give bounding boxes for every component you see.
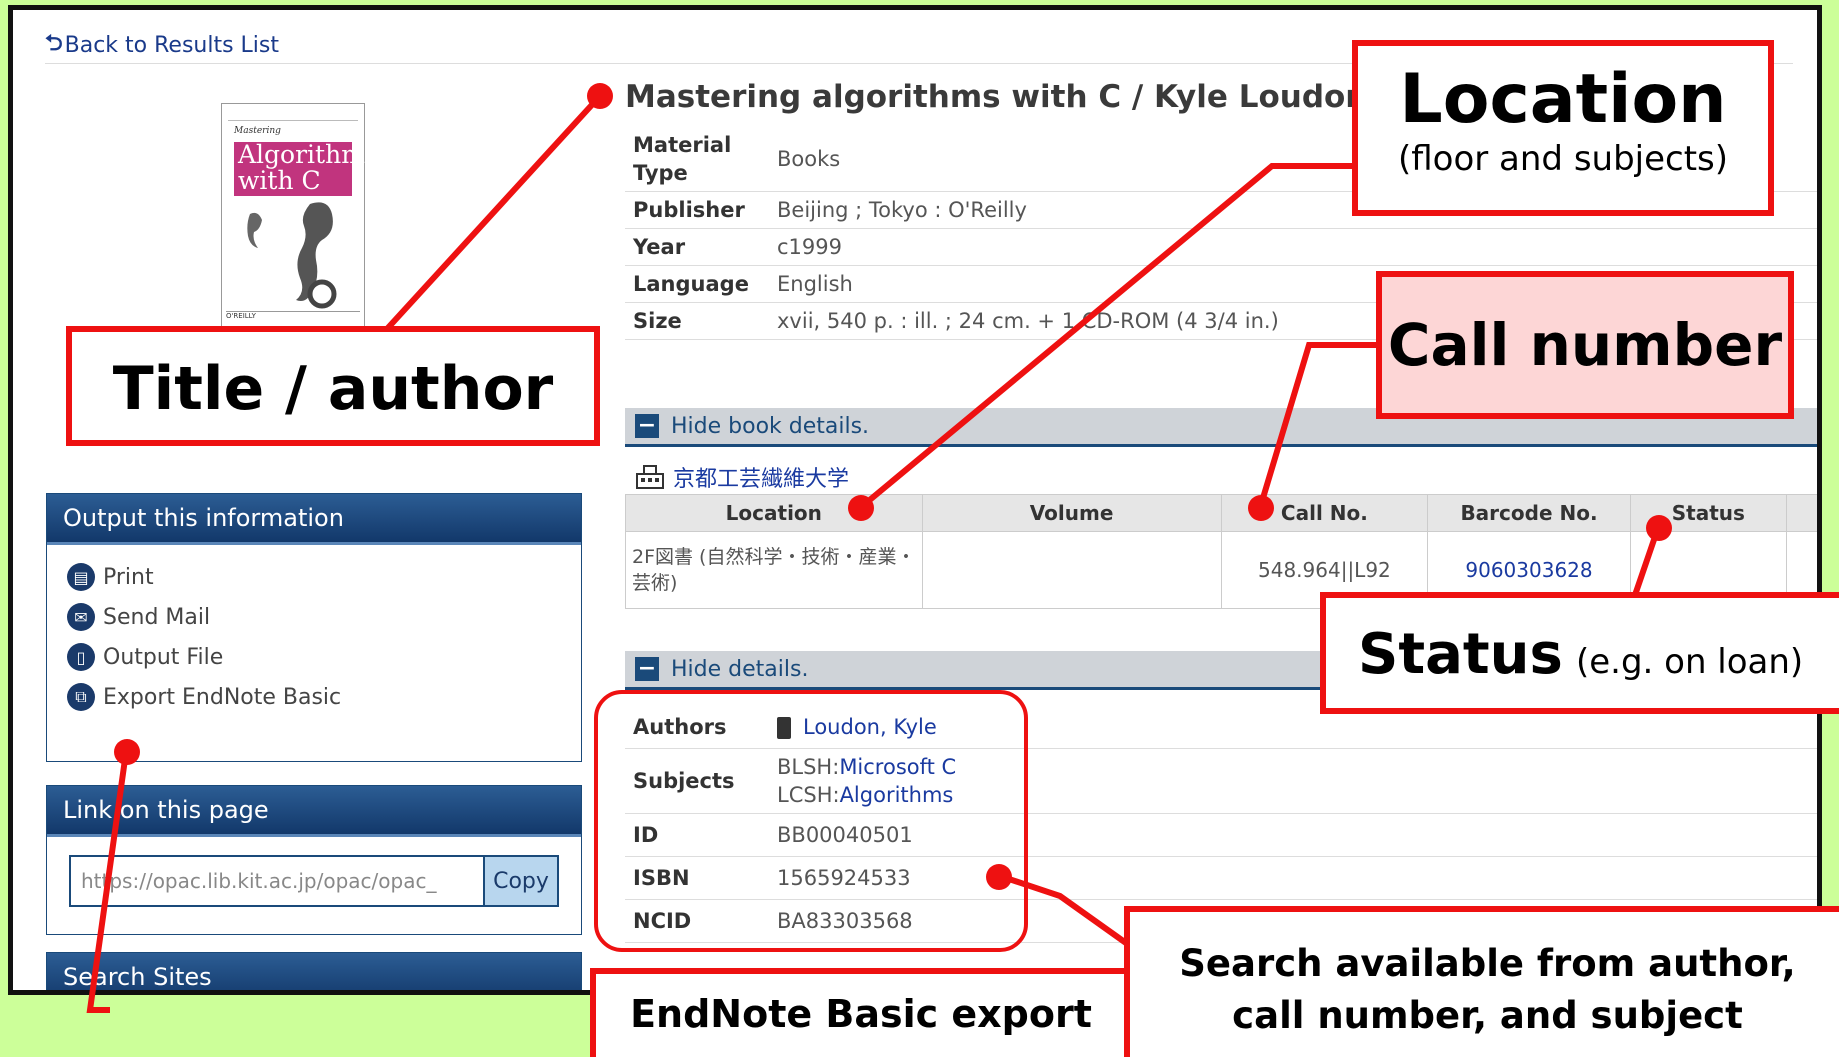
- callout-title-author-label: Title / author: [112, 354, 554, 424]
- callout-call-number-label: Call number: [1387, 311, 1783, 379]
- callout-search: Search available from author, call numbe…: [1124, 906, 1839, 1057]
- endnote-marker-dot: [114, 739, 140, 765]
- callout-status: Status (e.g. on loan): [1320, 592, 1839, 714]
- callout-location: Location (floor and subjects): [1352, 40, 1774, 216]
- title-marker-dot: [587, 83, 613, 109]
- callout-location-sub: (floor and subjects): [1397, 139, 1729, 179]
- call-number-marker-dot: [1248, 495, 1274, 521]
- search-marker-dot: [986, 864, 1012, 890]
- callout-search-line2: call number, and subject: [1232, 994, 1743, 1037]
- location-marker-dot: [848, 495, 874, 521]
- status-marker-dot: [1646, 515, 1672, 541]
- callout-status-label: Status: [1358, 622, 1563, 687]
- callout-location-label: Location: [1399, 60, 1727, 139]
- callout-title-author: Title / author: [66, 326, 600, 446]
- callout-search-line1: Search available from author,: [1179, 942, 1796, 985]
- callout-status-sub: (e.g. on loan): [1575, 642, 1804, 682]
- callout-call-number: Call number: [1376, 271, 1794, 419]
